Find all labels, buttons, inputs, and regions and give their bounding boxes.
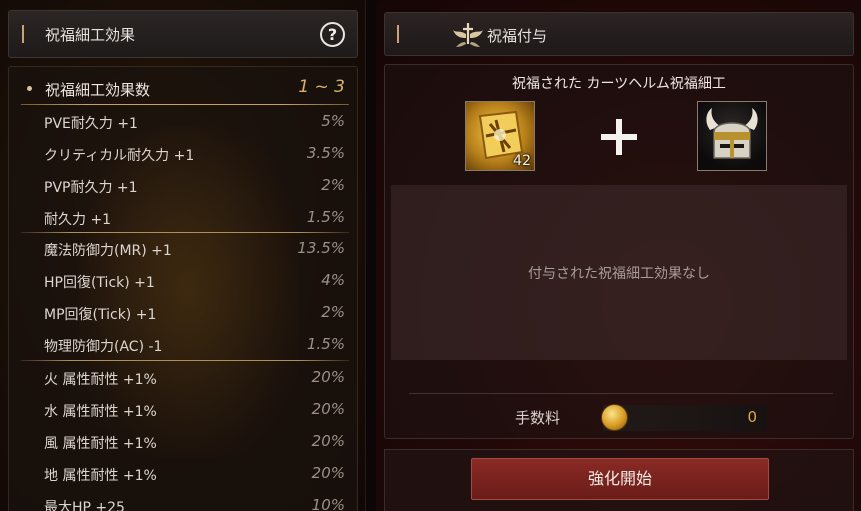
help-icon[interactable]: ? <box>320 22 345 47</box>
right-panel-header: 祝福付与 <box>384 12 854 56</box>
blessing-grant-panel: 祝福付与 祝福された カーツヘルム祝福細工 42 付与された祝福細工効果なし 手… <box>376 0 861 511</box>
effects-list[interactable]: 祝福細工効果数 1 ~ 3 PVE耐久力 +1 5% クリティカル耐久力 +1 … <box>8 66 358 511</box>
effect-chance: 20% <box>311 368 345 386</box>
effect-label: 耐久力 +1 <box>44 212 112 228</box>
effect-chance: 10% <box>311 496 345 511</box>
left-panel-header: 祝福細工効果 ? <box>8 10 358 58</box>
horned-helm-icon <box>706 108 758 159</box>
fee-value: 0 <box>747 408 757 426</box>
effect-count-value: 1 ~ 3 <box>298 77 345 97</box>
effect-label: 物理防御力(AC) -1 <box>44 339 163 355</box>
effect-label: HP回復(Tick) +1 <box>44 275 155 291</box>
divider <box>21 232 349 233</box>
effect-chance: 20% <box>311 400 345 418</box>
plus-icon <box>601 119 637 155</box>
divider <box>21 360 349 361</box>
granted-effects-area: 付与された祝福細工効果なし <box>391 185 847 360</box>
fee-label: 手数料 <box>515 409 561 427</box>
effect-label: クリティカル耐久力 +1 <box>44 148 195 164</box>
divider <box>409 393 833 394</box>
effect-row: 魔法防御力(MR) +1 13.5% <box>9 234 357 265</box>
effect-chance: 3.5% <box>306 144 345 162</box>
action-bar: 強化開始 <box>384 449 854 511</box>
effect-row: 物理防御力(AC) -1 1.5% <box>9 330 357 361</box>
effect-label: 最大HP +25 <box>44 500 125 511</box>
divider <box>21 104 349 105</box>
effect-row: 地 属性耐性 +1% 20% <box>9 459 357 490</box>
effect-chance: 20% <box>311 432 345 450</box>
effect-row: HP回復(Tick) +1 4% <box>9 266 357 297</box>
helm-slot[interactable] <box>697 101 767 171</box>
effect-label: 風 属性耐性 +1% <box>44 436 157 452</box>
effect-label: 魔法防御力(MR) +1 <box>44 243 172 259</box>
effect-label: 水 属性耐性 +1% <box>44 404 157 420</box>
effect-label: MP回復(Tick) +1 <box>44 307 157 323</box>
effect-row: 最大HP +25 10% <box>9 491 357 511</box>
fee-display: 0 <box>601 404 767 431</box>
bullet-icon <box>27 86 32 91</box>
effect-row: PVE耐久力 +1 5% <box>9 107 357 138</box>
effect-chance: 20% <box>311 464 345 482</box>
effect-chance: 2% <box>321 303 345 321</box>
right-panel-title: 祝福付与 <box>487 27 548 45</box>
gold-coin-icon <box>601 404 628 431</box>
target-item-name: 祝福された カーツヘルム祝福細工 <box>512 76 726 92</box>
effect-label: PVP耐久力 +1 <box>44 180 138 196</box>
blessing-emblem-icon <box>453 23 483 47</box>
header-accent-bar <box>397 25 399 43</box>
scroll-slot[interactable]: 42 <box>465 101 535 171</box>
effect-chance: 1.5% <box>306 335 345 353</box>
left-panel-title: 祝福細工効果 <box>45 26 136 44</box>
effect-row: 風 属性耐性 +1% 20% <box>9 427 357 458</box>
effect-row: PVP耐久力 +1 2% <box>9 171 357 202</box>
effect-chance: 5% <box>321 112 345 130</box>
effect-label: 火 属性耐性 +1% <box>44 372 157 388</box>
effect-count-row: 祝福細工効果数 1 ~ 3 <box>9 73 357 104</box>
effect-chance: 2% <box>321 176 345 194</box>
blessing-effects-panel: 祝福細工効果 ? 祝福細工効果数 1 ~ 3 PVE耐久力 +1 5% クリティ… <box>0 0 366 511</box>
start-enhance-button[interactable]: 強化開始 <box>471 458 769 500</box>
effect-row: 水 属性耐性 +1% 20% <box>9 395 357 426</box>
header-accent-bar <box>22 25 24 43</box>
effect-row: 耐久力 +1 1.5% <box>9 203 357 234</box>
blessing-main-area: 祝福された カーツヘルム祝福細工 42 付与された祝福細工効果なし 手数料 0 <box>384 64 854 439</box>
effect-row: MP回復(Tick) +1 2% <box>9 298 357 329</box>
effect-chance: 1.5% <box>306 208 345 226</box>
effect-chance: 13.5% <box>297 239 345 257</box>
effect-count-label: 祝福細工効果数 <box>45 81 151 99</box>
effect-label: PVE耐久力 +1 <box>44 116 138 132</box>
effect-row: クリティカル耐久力 +1 3.5% <box>9 139 357 170</box>
effect-label: 地 属性耐性 +1% <box>44 468 157 484</box>
no-effect-message: 付与された祝福細工効果なし <box>528 266 710 282</box>
scroll-count: 42 <box>513 153 531 169</box>
effect-row: 火 属性耐性 +1% 20% <box>9 363 357 394</box>
effect-chance: 4% <box>321 271 345 289</box>
